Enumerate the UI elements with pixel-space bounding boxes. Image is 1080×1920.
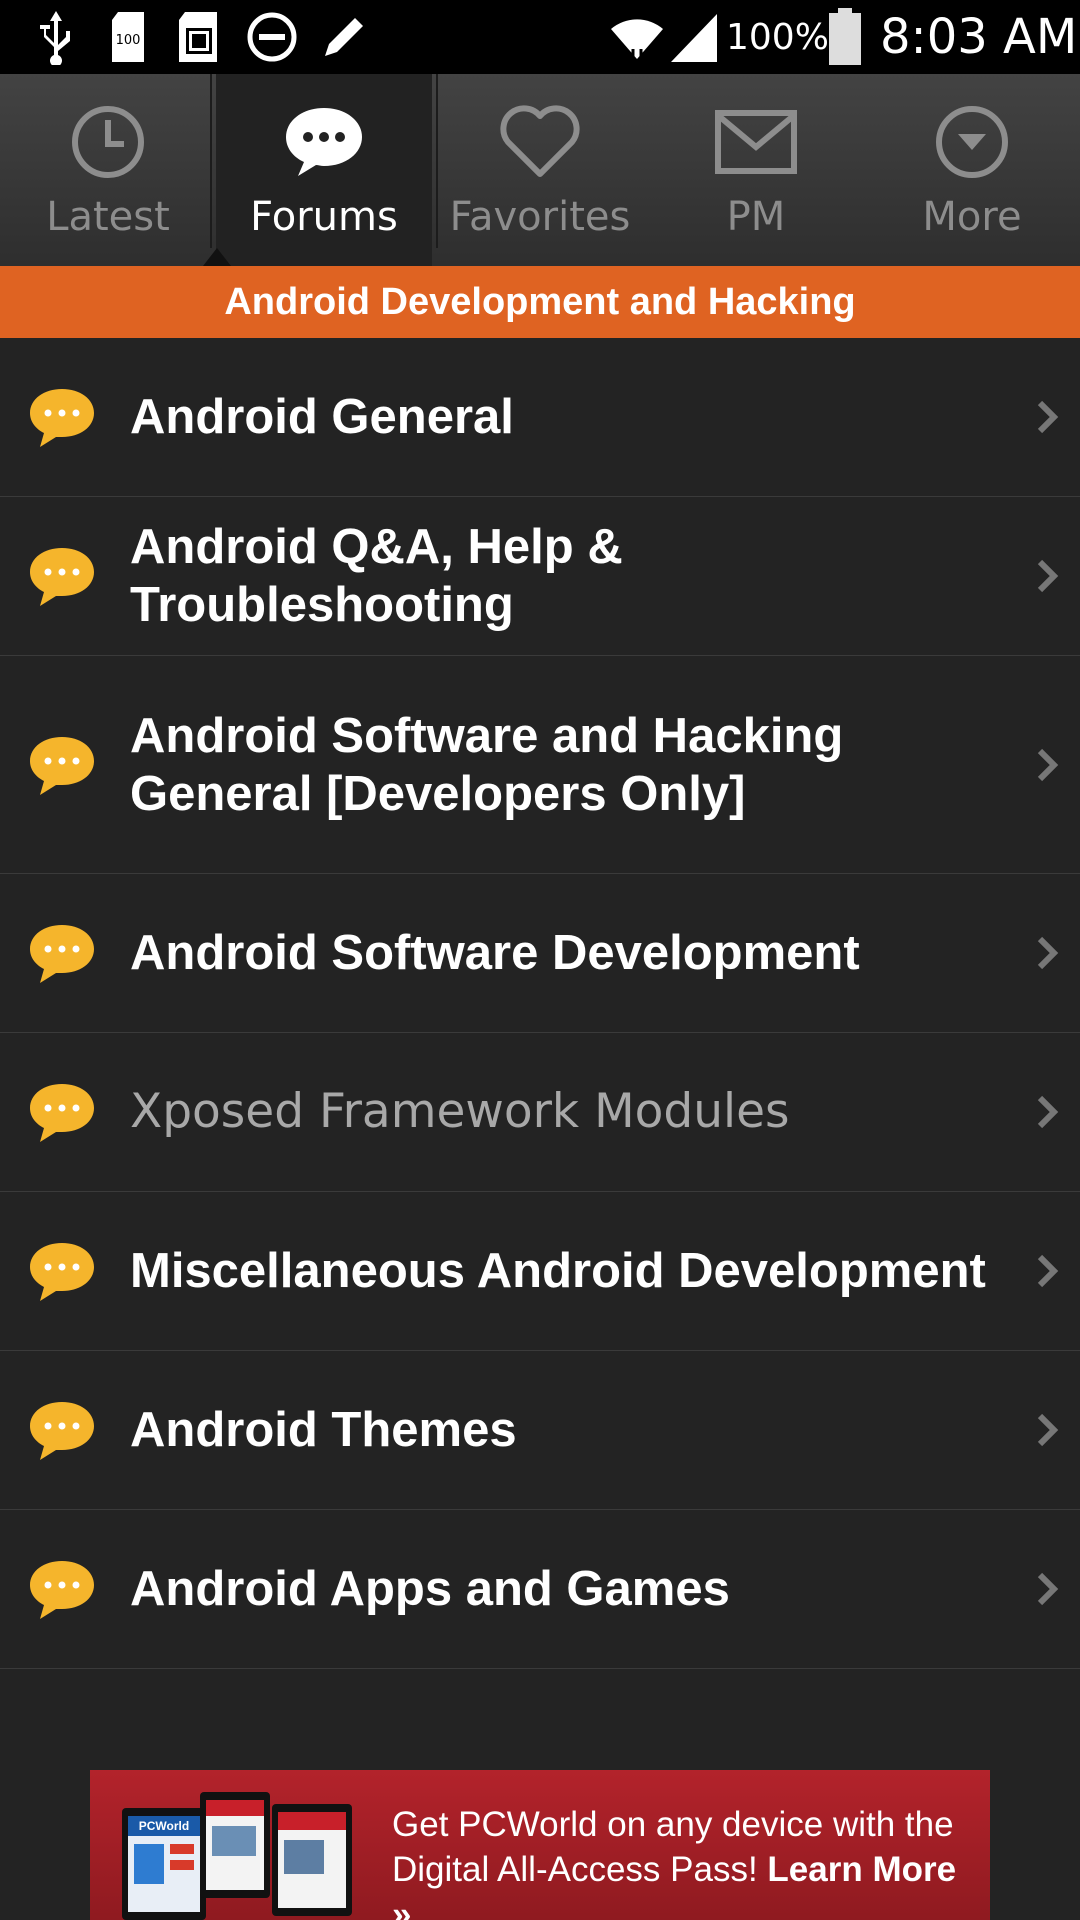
envelope-icon [714,94,798,190]
chat-bubble-icon [30,1561,94,1619]
do-not-disturb-icon [244,0,300,74]
tab-divider [210,74,212,248]
tab-forums[interactable]: Forums [216,74,432,266]
chat-bubble-icon [30,1084,94,1142]
tab-pm[interactable]: PM [648,74,864,266]
svg-text:100: 100 [116,33,141,48]
battery-percent: 100% [726,16,829,58]
list-item[interactable]: Xposed Framework Modules [0,1033,1080,1192]
chevron-right-icon [1037,1095,1059,1129]
active-tab-indicator [203,248,231,266]
chevron-right-icon [1037,1254,1059,1288]
pencil-icon [318,0,370,74]
clock-icon [68,94,148,190]
tab-more[interactable]: More [864,74,1080,266]
heart-icon [498,94,582,190]
tab-latest[interactable]: Latest [0,74,216,266]
usb-icon [34,0,78,74]
list-item[interactable]: Android Software Development [0,874,1080,1033]
forum-list: Android General Android Q&A, Help & Trou… [0,338,1080,1669]
tab-label: More [922,194,1022,240]
tab-label: PM [726,194,786,240]
chat-bubble-icon [30,736,94,795]
chevron-right-icon [1037,936,1059,970]
chat-bubble-icon [30,548,94,606]
section-header: Android Development and Hacking [0,266,1080,338]
forum-title: Android Q&A, Help & Troubleshooting [130,520,623,632]
chat-bubble-icon [30,925,94,983]
chevron-right-icon [1037,400,1059,434]
dropdown-circle-icon [932,94,1012,190]
wifi-icon [606,0,668,74]
magazine-devices-image: PCWorld [122,1792,352,1920]
forum-title: Android General [130,390,514,444]
chat-bubble-icon [30,1243,94,1301]
chat-bubble-icon [30,1402,94,1460]
tab-label: Forums [250,194,398,240]
status-bar: 100 100% 8:03 AM [0,0,1080,74]
clock-time: 8:03 AM [880,9,1078,65]
chat-bubble-icon [30,389,94,447]
list-item[interactable]: Android Themes [0,1351,1080,1510]
ad-line1: Get PCWorld on any device with the [392,1805,954,1844]
forum-title: Android Apps and Games [130,1562,730,1616]
chevron-right-icon [1037,748,1059,781]
chevron-right-icon [1037,1413,1059,1447]
forum-title: Android Themes [130,1403,517,1457]
tab-label: Latest [46,194,170,240]
ad-line2: Digital All-Access Pass! [392,1850,758,1889]
sd-card-icon: 100 [108,0,148,74]
forum-title: Miscellaneous Android Development [130,1244,986,1298]
ad-brand: PCWorld [139,1819,189,1833]
list-item[interactable]: Android General [0,338,1080,497]
list-item[interactable]: Android Q&A, Help & Troubleshooting [0,497,1080,656]
forum-title: Android Software Development [130,926,860,980]
tab-bar: Latest Forums Favorites PM More [0,74,1080,266]
chat-bubble-icon [282,94,366,190]
forum-title: Xposed Framework Modules [130,1084,790,1139]
forum-title: Android Software and Hacking General [De… [130,708,844,821]
screenshot-icon [176,0,224,74]
tab-favorites[interactable]: Favorites [432,74,648,266]
tab-label: Favorites [449,194,631,240]
list-item[interactable]: Miscellaneous Android Development [0,1192,1080,1351]
battery-icon [826,0,864,74]
chevron-right-icon [1037,1572,1059,1606]
tab-divider [436,74,438,248]
signal-icon [668,0,720,74]
list-item[interactable]: Android Software and Hacking General [De… [0,656,1080,874]
list-item[interactable]: Android Apps and Games [0,1510,1080,1669]
ad-banner[interactable]: PCWorld Get PCWorld on any device with t… [90,1770,990,1920]
chevron-right-icon [1037,559,1059,593]
ad-text: Get PCWorld on any device with the Digit… [392,1802,982,1920]
